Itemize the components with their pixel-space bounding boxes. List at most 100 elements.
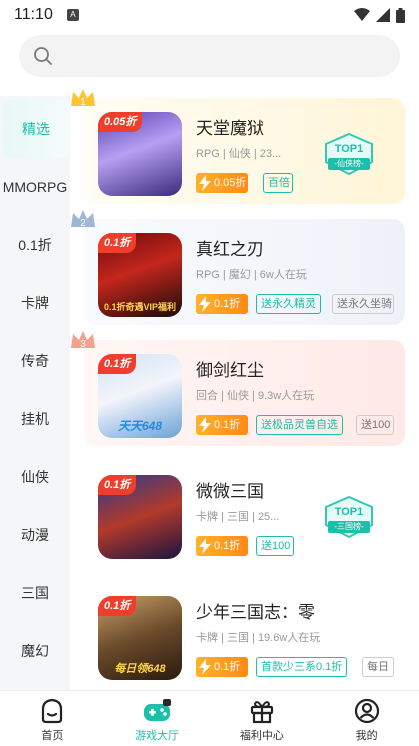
- sidebar-item-label: 三国: [21, 585, 49, 601]
- sidebar-item-card[interactable]: 卡牌: [0, 274, 70, 332]
- game-cover[interactable]: 0.1折 每日领648: [98, 596, 182, 680]
- top1-sub: -仙侠榜-: [328, 158, 370, 170]
- top1-badge: TOP1 -仙侠榜-: [320, 132, 378, 176]
- game-tag: 送100: [256, 536, 294, 556]
- cover-caption: 0.1折奇遇VIP福利: [103, 302, 177, 312]
- game-tag: 送极品灵兽自选: [256, 415, 343, 435]
- game-title: 微微三国: [196, 482, 264, 501]
- sidebar-item-idle[interactable]: 挂机: [0, 390, 70, 448]
- tab-label: 首页: [41, 730, 64, 742]
- sidebar-item-label: MMORPG: [2, 179, 68, 195]
- discount-badge: 0.1折: [98, 596, 137, 616]
- top1-title: TOP1: [334, 506, 364, 518]
- sidebar-item-label: 传奇: [21, 353, 49, 369]
- game-tag: 送100: [356, 415, 394, 435]
- top1-sub: -三国榜-: [328, 521, 370, 533]
- profile-icon: [354, 698, 379, 724]
- game-cover[interactable]: 0.05折: [98, 112, 182, 196]
- lightning-icon: [199, 538, 211, 554]
- rank-crown-icon: 1: [71, 89, 95, 108]
- game-title: 少年三国志：零: [196, 603, 315, 622]
- sidebar-item-legend[interactable]: 传奇: [0, 332, 70, 390]
- game-title: 御剑红尘: [196, 361, 264, 380]
- tab-label: 我的: [355, 730, 378, 742]
- sidebar-item-discount[interactable]: 0.1折: [0, 216, 70, 274]
- discount-badge: 0.1折: [98, 354, 137, 374]
- game-meta: 卡牌 | 三国 | 25...: [196, 511, 280, 523]
- discount-badge: 0.05折: [98, 112, 143, 132]
- sidebar-item-fantasy[interactable]: 魔幻: [0, 622, 70, 680]
- game-meta: 卡牌 | 三国 | 19.6w人在玩: [196, 632, 321, 644]
- tab-mine[interactable]: 我的: [314, 691, 419, 746]
- game-cover[interactable]: 0.1折 0.1折奇遇VIP福利: [98, 233, 182, 317]
- game-cover[interactable]: 0.1折: [98, 475, 182, 559]
- game-tag: 首款少三系0.1折: [256, 657, 348, 677]
- wifi-icon: [354, 8, 370, 21]
- game-tag: 送永久精灵: [256, 294, 321, 314]
- tab-home[interactable]: 首页: [0, 691, 105, 746]
- game-cover[interactable]: 0.1折 天天648: [98, 354, 182, 438]
- price-badge: 0.05折: [196, 173, 248, 193]
- svg-text:2: 2: [80, 218, 86, 229]
- category-sidebar: 精选 MMORPG 0.1折 卡牌 传奇 挂机 仙侠 动漫 三国 魔幻: [0, 96, 70, 690]
- sidebar-item-xianxia[interactable]: 仙侠: [0, 448, 70, 506]
- price-label: 0.05折: [214, 177, 247, 189]
- sidebar-item-three-kingdoms[interactable]: 三国: [0, 564, 70, 622]
- price-label: 0.1折: [214, 419, 241, 431]
- home-icon: [42, 698, 63, 724]
- sidebar-item-anime[interactable]: 动漫: [0, 506, 70, 564]
- top1-badge: TOP1 -三国榜-: [320, 495, 378, 539]
- sidebar-item-label: 挂机: [21, 411, 49, 427]
- tab-game-hall[interactable]: 游戏大厅: [105, 691, 210, 746]
- svg-text:3: 3: [80, 339, 86, 350]
- lightning-icon: [199, 417, 211, 433]
- discount-badge: 0.1折: [98, 475, 137, 495]
- price-badge: 0.1折: [196, 294, 248, 314]
- tab-welfare[interactable]: 福利中心: [210, 691, 315, 746]
- price-label: 0.1折: [214, 661, 241, 673]
- price-badge: 0.1折: [196, 536, 248, 556]
- price-label: 0.1折: [214, 298, 241, 310]
- game-meta: 回合 | 仙侠 | 9.3w人在玩: [196, 390, 315, 402]
- sidebar-item-label: 仙侠: [21, 469, 49, 485]
- sidebar-item-label: 动漫: [21, 527, 49, 543]
- price-badge: 0.1折: [196, 415, 248, 435]
- status-bar: 11:10 A: [0, 0, 419, 30]
- tab-label: 游戏大厅: [135, 730, 180, 742]
- game-tag: 送永久坐骑: [332, 294, 394, 314]
- discount-badge: 0.1折: [98, 233, 137, 253]
- lightning-icon: [199, 296, 211, 312]
- game-meta: RPG | 仙侠 | 23...: [196, 148, 282, 160]
- price-badge: 0.1折: [196, 657, 248, 677]
- search-icon: [34, 47, 52, 65]
- sidebar-item-label: 魔幻: [21, 643, 49, 659]
- sidebar-item-featured[interactable]: 精选: [3, 100, 69, 158]
- tab-label: 福利中心: [239, 730, 284, 742]
- svg-text:1: 1: [80, 97, 86, 108]
- gamepad-icon: [144, 699, 172, 721]
- battery-icon: [396, 7, 405, 23]
- search-bar[interactable]: [19, 35, 400, 77]
- game-tag: 百倍: [263, 173, 293, 193]
- sidebar-item-mmorpg[interactable]: MMORPG: [0, 158, 70, 216]
- search-input[interactable]: [61, 48, 361, 64]
- game-title: 天堂魔狱: [196, 119, 264, 138]
- cover-caption: 天天648: [117, 419, 163, 433]
- game-title: 真红之刃: [196, 240, 264, 259]
- top1-title: TOP1: [334, 143, 364, 155]
- status-icons: [354, 7, 405, 23]
- game-tag: 每日: [362, 657, 394, 677]
- rank-crown-icon: 3: [71, 331, 95, 350]
- sidebar-item-label: 卡牌: [21, 295, 49, 311]
- bottom-tab-bar: 首页 游戏大厅 福利中心 我的: [0, 690, 419, 746]
- lightning-icon: [199, 659, 211, 675]
- gift-icon: [250, 701, 273, 724]
- sidebar-item-label: 0.1折: [18, 237, 52, 253]
- lightning-icon: [199, 175, 211, 191]
- status-time: 11:10: [14, 6, 53, 23]
- cover-caption: 每日领648: [114, 663, 166, 675]
- sidebar-item-label: 精选: [22, 121, 50, 137]
- price-label: 0.1折: [214, 540, 241, 552]
- sim-icon: A: [66, 9, 79, 21]
- signal-icon: [376, 8, 390, 22]
